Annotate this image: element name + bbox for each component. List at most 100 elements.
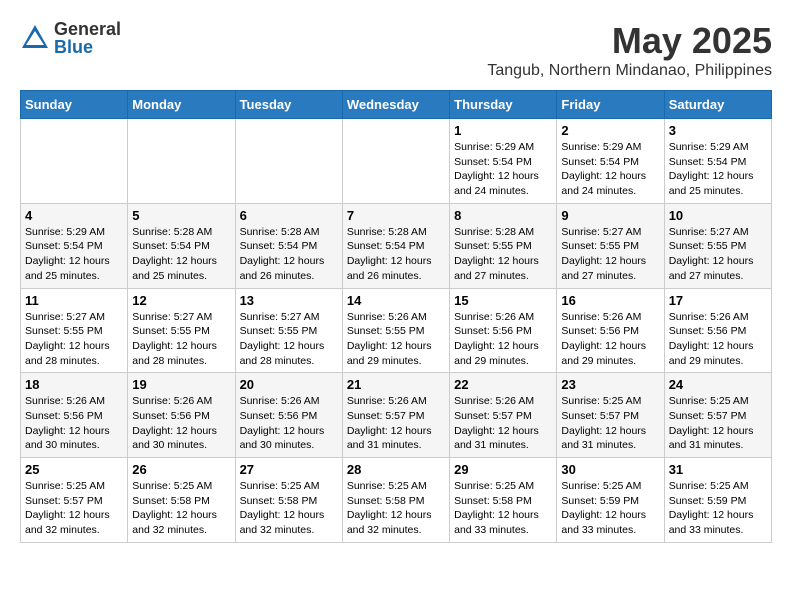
calendar-week-row: 1 Sunrise: 5:29 AM Sunset: 5:54 PM Daylig… <box>21 119 772 204</box>
day-content: Sunrise: 5:25 AM Sunset: 5:57 PM Dayligh… <box>561 394 659 453</box>
day-content: Sunrise: 5:26 AM Sunset: 5:57 PM Dayligh… <box>454 394 552 453</box>
calendar-day-header: Wednesday <box>342 91 449 119</box>
day-content: Sunrise: 5:26 AM Sunset: 5:56 PM Dayligh… <box>25 394 123 453</box>
calendar-cell <box>342 119 449 204</box>
calendar-cell: 4Sunrise: 5:29 AM Sunset: 5:54 PM Daylig… <box>21 203 128 288</box>
day-content: Sunrise: 5:26 AM Sunset: 5:56 PM Dayligh… <box>132 394 230 453</box>
day-content: Sunrise: 5:26 AM Sunset: 5:56 PM Dayligh… <box>669 310 767 369</box>
day-content: Sunrise: 5:25 AM Sunset: 5:58 PM Dayligh… <box>132 479 230 538</box>
calendar-cell: 22 Sunrise: 5:26 AM Sunset: 5:57 PM Dayli… <box>450 373 557 458</box>
calendar-cell: 30Sunrise: 5:25 AM Sunset: 5:59 PM Dayli… <box>557 458 664 543</box>
day-content: Sunrise: 5:25 AM Sunset: 5:57 PM Dayligh… <box>25 479 123 538</box>
day-number: 7 <box>347 208 445 223</box>
calendar-cell: 26 Sunrise: 5:25 AM Sunset: 5:58 PM Dayli… <box>128 458 235 543</box>
day-number: 26 <box>132 462 230 477</box>
day-number: 20 <box>240 377 338 392</box>
day-number: 5 <box>132 208 230 223</box>
day-number: 8 <box>454 208 552 223</box>
day-content: Sunrise: 5:27 AM Sunset: 5:55 PM Dayligh… <box>240 310 338 369</box>
calendar-cell: 10 Sunrise: 5:27 AM Sunset: 5:55 PM Dayli… <box>664 203 771 288</box>
day-number: 13 <box>240 293 338 308</box>
calendar-cell: 7Sunrise: 5:28 AM Sunset: 5:54 PM Daylig… <box>342 203 449 288</box>
day-number: 16 <box>561 293 659 308</box>
logo-text: General Blue <box>54 20 121 56</box>
day-content: Sunrise: 5:28 AM Sunset: 5:54 PM Dayligh… <box>132 225 230 284</box>
location-title: Tangub, Northern Mindanao, Philippines <box>487 62 772 80</box>
calendar-header-row: SundayMondayTuesdayWednesdayThursdayFrid… <box>21 91 772 119</box>
day-content: Sunrise: 5:29 AM Sunset: 5:54 PM Dayligh… <box>561 140 659 199</box>
calendar-cell: 15 Sunrise: 5:26 AM Sunset: 5:56 PM Dayli… <box>450 288 557 373</box>
day-number: 15 <box>454 293 552 308</box>
calendar-cell <box>235 119 342 204</box>
day-content: Sunrise: 5:28 AM Sunset: 5:54 PM Dayligh… <box>240 225 338 284</box>
calendar-cell: 29Sunrise: 5:25 AM Sunset: 5:58 PM Dayli… <box>450 458 557 543</box>
calendar-cell: 11Sunrise: 5:27 AM Sunset: 5:55 PM Dayli… <box>21 288 128 373</box>
day-content: Sunrise: 5:26 AM Sunset: 5:57 PM Dayligh… <box>347 394 445 453</box>
logo-general: General <box>54 20 121 38</box>
day-number: 31 <box>669 462 767 477</box>
day-content: Sunrise: 5:28 AM Sunset: 5:55 PM Dayligh… <box>454 225 552 284</box>
calendar-cell: 17 Sunrise: 5:26 AM Sunset: 5:56 PM Dayli… <box>664 288 771 373</box>
day-number: 21 <box>347 377 445 392</box>
calendar-cell: 31 Sunrise: 5:25 AM Sunset: 5:59 PM Dayli… <box>664 458 771 543</box>
day-number: 2 <box>561 123 659 138</box>
day-number: 22 <box>454 377 552 392</box>
calendar-cell <box>21 119 128 204</box>
calendar-cell: 9 Sunrise: 5:27 AM Sunset: 5:55 PM Daylig… <box>557 203 664 288</box>
calendar-day-header: Friday <box>557 91 664 119</box>
calendar-cell: 21 Sunrise: 5:26 AM Sunset: 5:57 PM Dayli… <box>342 373 449 458</box>
calendar-cell: 12 Sunrise: 5:27 AM Sunset: 5:55 PM Dayli… <box>128 288 235 373</box>
day-content: Sunrise: 5:25 AM Sunset: 5:58 PM Dayligh… <box>240 479 338 538</box>
day-content: Sunrise: 5:26 AM Sunset: 5:56 PM Dayligh… <box>454 310 552 369</box>
calendar-day-header: Monday <box>128 91 235 119</box>
day-number: 17 <box>669 293 767 308</box>
day-number: 30 <box>561 462 659 477</box>
calendar-cell: 13 Sunrise: 5:27 AM Sunset: 5:55 PM Dayli… <box>235 288 342 373</box>
day-content: Sunrise: 5:29 AM Sunset: 5:54 PM Dayligh… <box>669 140 767 199</box>
calendar-cell: 1 Sunrise: 5:29 AM Sunset: 5:54 PM Daylig… <box>450 119 557 204</box>
day-number: 29 <box>454 462 552 477</box>
day-content: Sunrise: 5:27 AM Sunset: 5:55 PM Dayligh… <box>561 225 659 284</box>
calendar-cell: 3Sunrise: 5:29 AM Sunset: 5:54 PM Daylig… <box>664 119 771 204</box>
day-content: Sunrise: 5:26 AM Sunset: 5:56 PM Dayligh… <box>240 394 338 453</box>
logo-blue: Blue <box>54 38 121 56</box>
day-content: Sunrise: 5:29 AM Sunset: 5:54 PM Dayligh… <box>25 225 123 284</box>
day-number: 24 <box>669 377 767 392</box>
day-number: 11 <box>25 293 123 308</box>
calendar-cell: 8 Sunrise: 5:28 AM Sunset: 5:55 PM Daylig… <box>450 203 557 288</box>
day-number: 1 <box>454 123 552 138</box>
day-content: Sunrise: 5:27 AM Sunset: 5:55 PM Dayligh… <box>132 310 230 369</box>
day-number: 12 <box>132 293 230 308</box>
day-content: Sunrise: 5:27 AM Sunset: 5:55 PM Dayligh… <box>669 225 767 284</box>
day-number: 9 <box>561 208 659 223</box>
day-number: 19 <box>132 377 230 392</box>
day-number: 18 <box>25 377 123 392</box>
calendar-cell: 24 Sunrise: 5:25 AM Sunset: 5:57 PM Dayli… <box>664 373 771 458</box>
calendar-day-header: Saturday <box>664 91 771 119</box>
calendar-day-header: Tuesday <box>235 91 342 119</box>
day-content: Sunrise: 5:25 AM Sunset: 5:59 PM Dayligh… <box>669 479 767 538</box>
calendar-cell: 16Sunrise: 5:26 AM Sunset: 5:56 PM Dayli… <box>557 288 664 373</box>
calendar-cell: 19 Sunrise: 5:26 AM Sunset: 5:56 PM Dayli… <box>128 373 235 458</box>
calendar-day-header: Thursday <box>450 91 557 119</box>
title-area: May 2025 Tangub, Northern Mindanao, Phil… <box>487 20 772 80</box>
calendar-cell: 23 Sunrise: 5:25 AM Sunset: 5:57 PM Dayli… <box>557 373 664 458</box>
calendar-cell: 6Sunrise: 5:28 AM Sunset: 5:54 PM Daylig… <box>235 203 342 288</box>
day-number: 10 <box>669 208 767 223</box>
day-content: Sunrise: 5:29 AM Sunset: 5:54 PM Dayligh… <box>454 140 552 199</box>
day-number: 23 <box>561 377 659 392</box>
calendar-week-row: 18 Sunrise: 5:26 AM Sunset: 5:56 PM Dayli… <box>21 373 772 458</box>
month-title: May 2025 <box>487 20 772 62</box>
calendar-day-header: Sunday <box>21 91 128 119</box>
page-header: General Blue May 2025 Tangub, Northern M… <box>20 20 772 80</box>
day-number: 14 <box>347 293 445 308</box>
calendar-table: SundayMondayTuesdayWednesdayThursdayFrid… <box>20 90 772 543</box>
calendar-cell: 20 Sunrise: 5:26 AM Sunset: 5:56 PM Dayli… <box>235 373 342 458</box>
calendar-cell: 5 Sunrise: 5:28 AM Sunset: 5:54 PM Daylig… <box>128 203 235 288</box>
day-content: Sunrise: 5:25 AM Sunset: 5:57 PM Dayligh… <box>669 394 767 453</box>
logo-icon <box>20 23 50 53</box>
calendar-cell: 25Sunrise: 5:25 AM Sunset: 5:57 PM Dayli… <box>21 458 128 543</box>
calendar-week-row: 4Sunrise: 5:29 AM Sunset: 5:54 PM Daylig… <box>21 203 772 288</box>
calendar-cell: 2 Sunrise: 5:29 AM Sunset: 5:54 PM Daylig… <box>557 119 664 204</box>
day-content: Sunrise: 5:25 AM Sunset: 5:58 PM Dayligh… <box>347 479 445 538</box>
